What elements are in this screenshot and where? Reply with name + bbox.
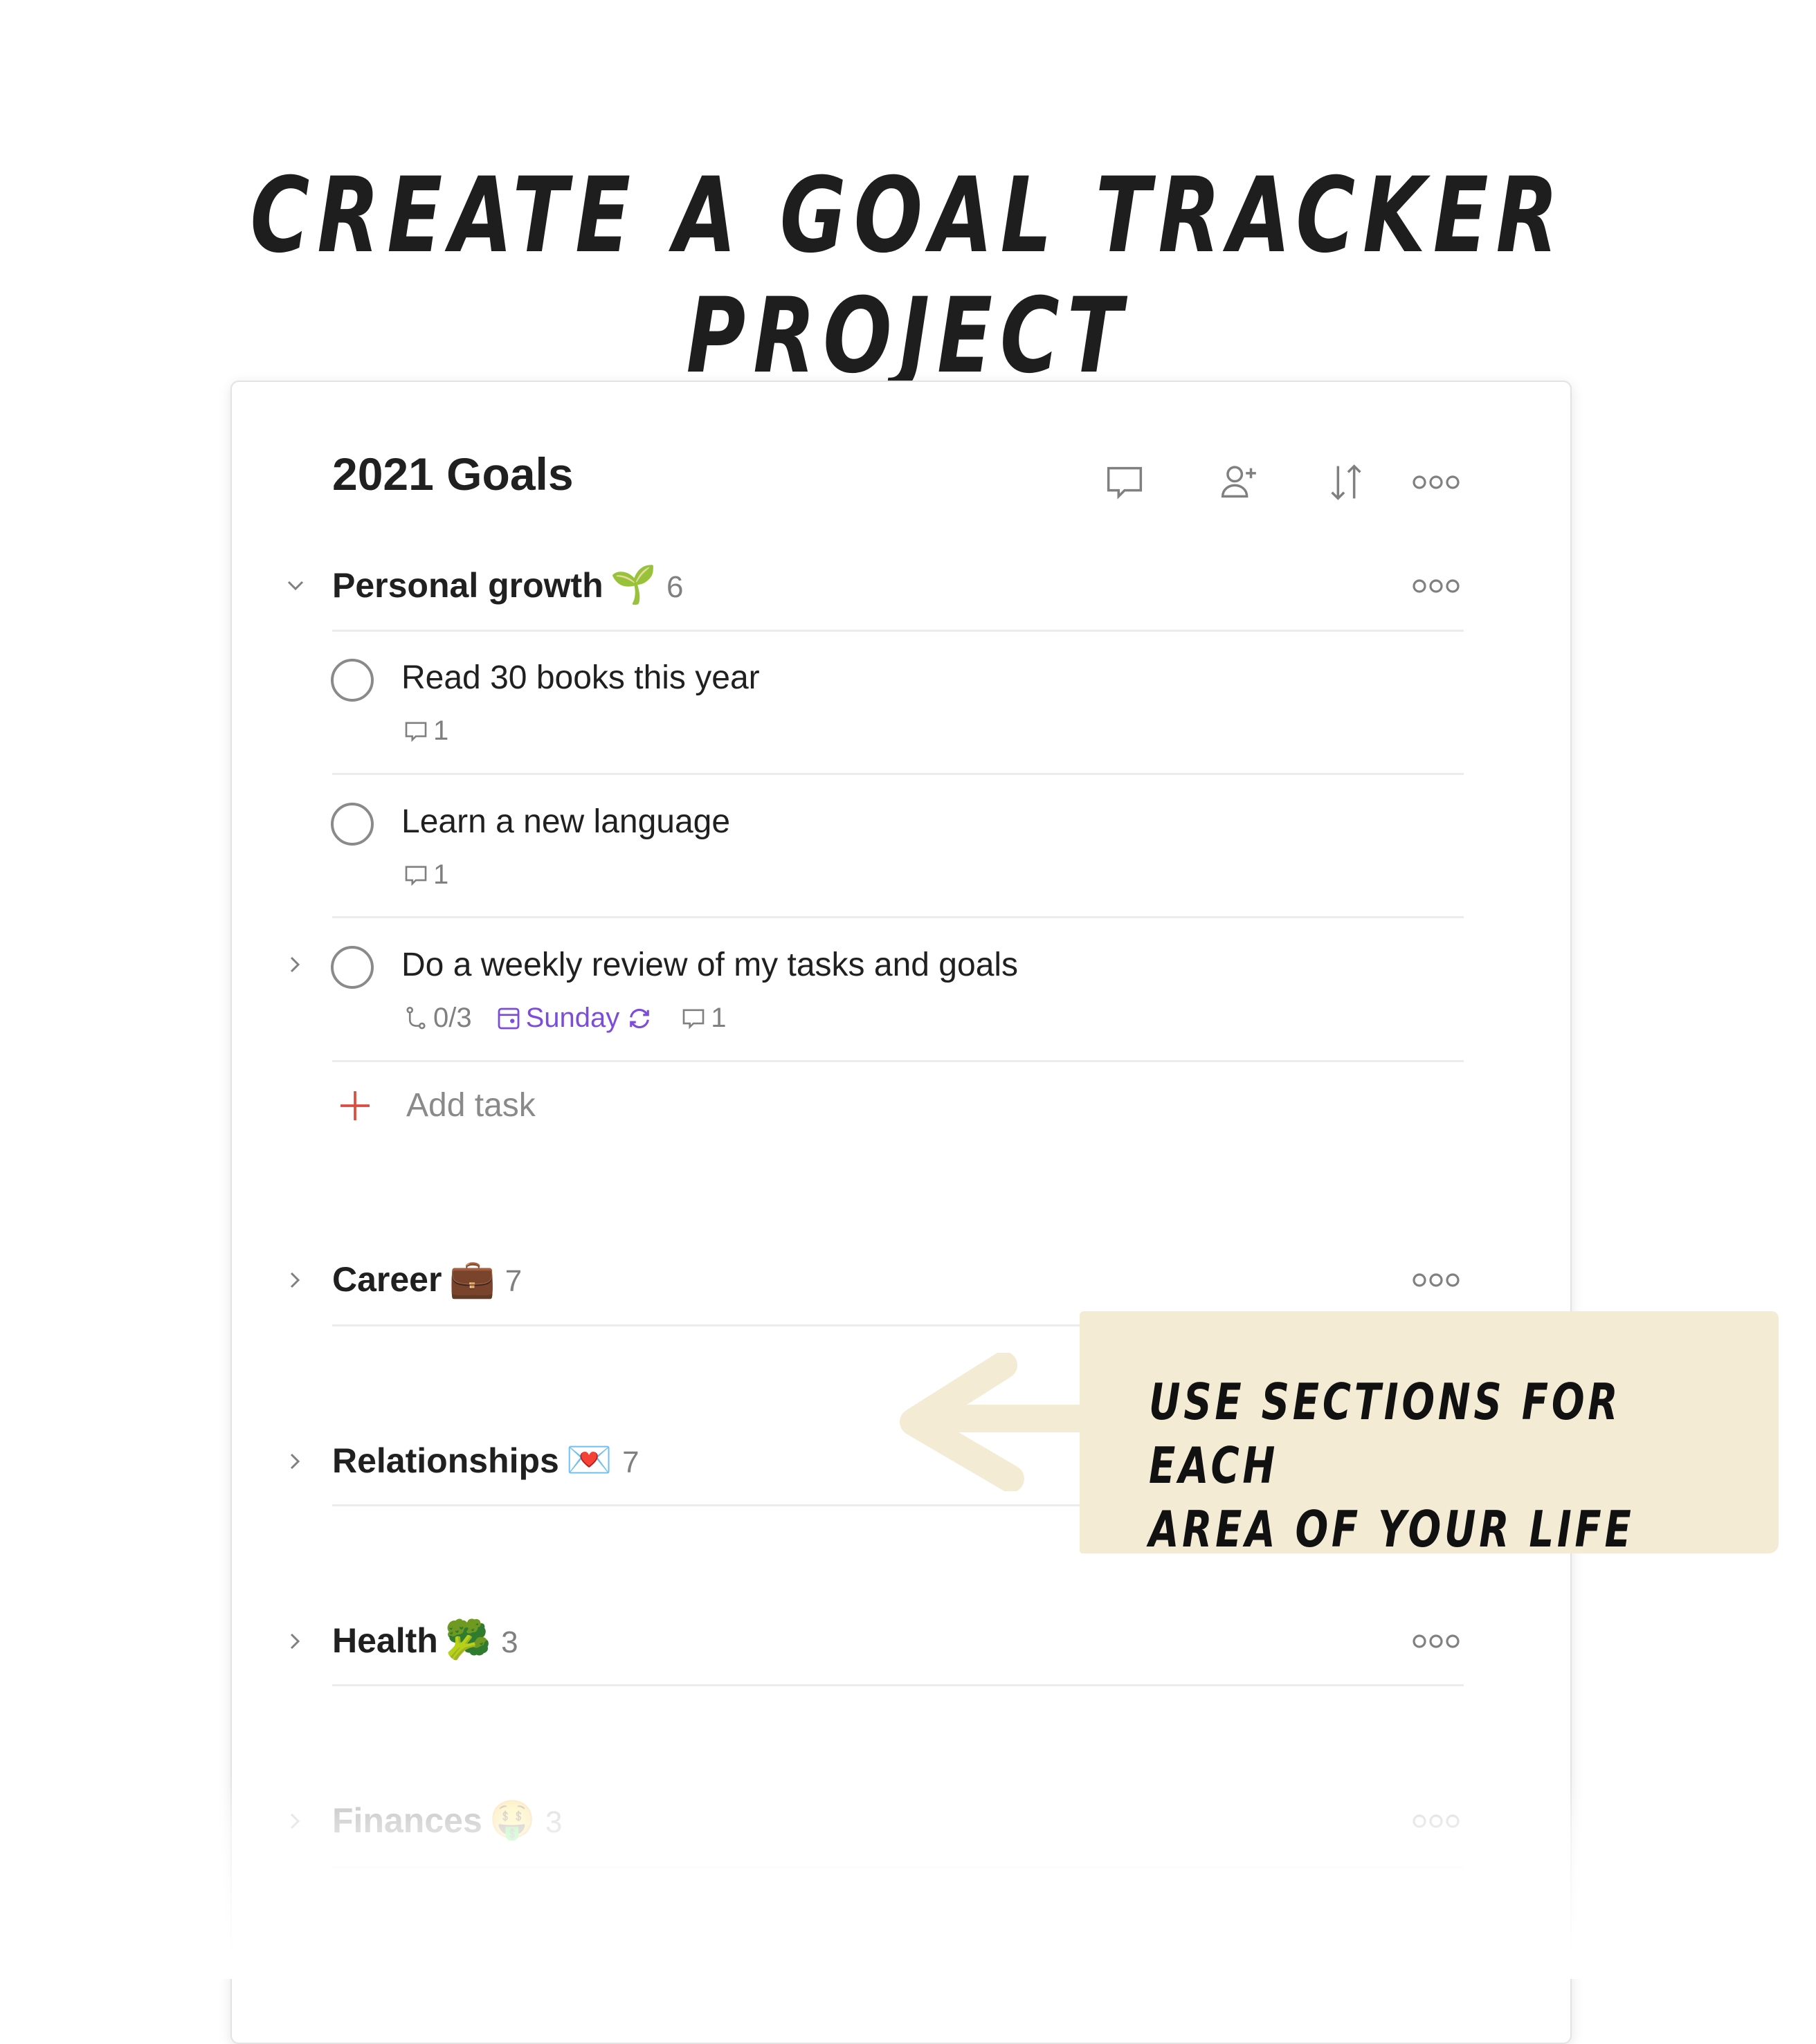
section-more-icon[interactable] [1408,1627,1464,1655]
subtask-count: 0/3 [433,1003,472,1033]
chevron-right-icon[interactable] [282,1807,309,1835]
plus-icon [340,1091,370,1120]
comment-icon [682,1008,705,1029]
briefcase-icon: 💼 [448,1258,496,1299]
section-title[interactable]: Personal growth 🌱 6 [332,563,683,607]
section-more-icon[interactable] [1408,1807,1464,1835]
divider [332,773,1464,775]
section-count: 6 [666,570,684,604]
section-title[interactable]: Health 🥦 3 [332,1618,518,1662]
section-count: 7 [622,1445,639,1479]
section-count: 7 [505,1264,523,1298]
comment-icon[interactable] [1100,458,1149,507]
project-more-icon[interactable] [1408,468,1464,496]
love-letter-icon: 💌 [565,1439,613,1481]
task-title[interactable]: Learn a new language [401,803,730,841]
comment-count: 1 [433,715,449,746]
callout-note: USE SECTIONS FOR EACH AREA OF YOUR LIFE [1080,1311,1779,1558]
task-checkbox[interactable] [331,659,374,702]
seedling-icon: 🌱 [610,564,657,605]
comment-icon [405,721,427,742]
recurring-icon [630,1008,650,1028]
task-meta: 0/3 Sunday 1 [401,1003,727,1034]
project-card: 2021 Goals Personal growth 🌱 6 Read 30 boo… [230,381,1572,2044]
divider [332,1060,1464,1062]
task-title[interactable]: Do a weekly review of my tasks and goals [401,946,1018,984]
section-more-icon[interactable] [1408,1266,1464,1294]
subtask-icon [406,1006,426,1029]
task-title[interactable]: Read 30 books this year [401,659,760,697]
arrow-left-icon [900,1353,1093,1491]
task-checkbox[interactable] [331,803,374,846]
divider [332,1866,1464,1868]
chevron-down-icon[interactable] [282,572,309,600]
calendar-icon [498,1007,520,1029]
task-meta: 1 [401,715,448,747]
comment-count: 1 [433,859,449,890]
chevron-right-icon[interactable] [282,1266,309,1294]
chevron-right-icon[interactable] [282,951,309,978]
task-checkbox[interactable] [331,946,374,989]
due-date[interactable]: Sunday [494,1003,657,1034]
chevron-right-icon[interactable] [282,1448,309,1475]
section-count: 3 [501,1625,518,1659]
comment-icon [405,865,427,886]
comment-count: 1 [711,1003,727,1033]
broccoli-icon: 🥦 [444,1619,492,1661]
divider [332,916,1464,918]
section-title[interactable]: Finances 🤑 3 [332,1798,562,1842]
section-more-icon[interactable] [1408,572,1464,600]
section-title[interactable]: Career 💼 7 [332,1257,522,1301]
add-person-icon[interactable] [1215,458,1263,507]
headline: CREATE A GOAL TRACKER PROJECT [250,156,1566,396]
divider [332,630,1464,632]
money-face-icon: 🤑 [489,1799,536,1841]
sort-icon[interactable] [1322,458,1370,507]
note-line-2: AREA OF YOUR LIFE [1149,1500,1635,1558]
section-title[interactable]: Relationships 💌 7 [332,1439,639,1482]
task-meta: 1 [401,859,448,891]
project-title: 2021 Goals [332,448,574,500]
chevron-right-icon[interactable] [282,1627,309,1655]
section-count: 3 [545,1805,563,1839]
add-task-label: Add task [406,1087,536,1124]
note-line-1: USE SECTIONS FOR EACH [1149,1373,1622,1495]
divider [332,1684,1464,1686]
